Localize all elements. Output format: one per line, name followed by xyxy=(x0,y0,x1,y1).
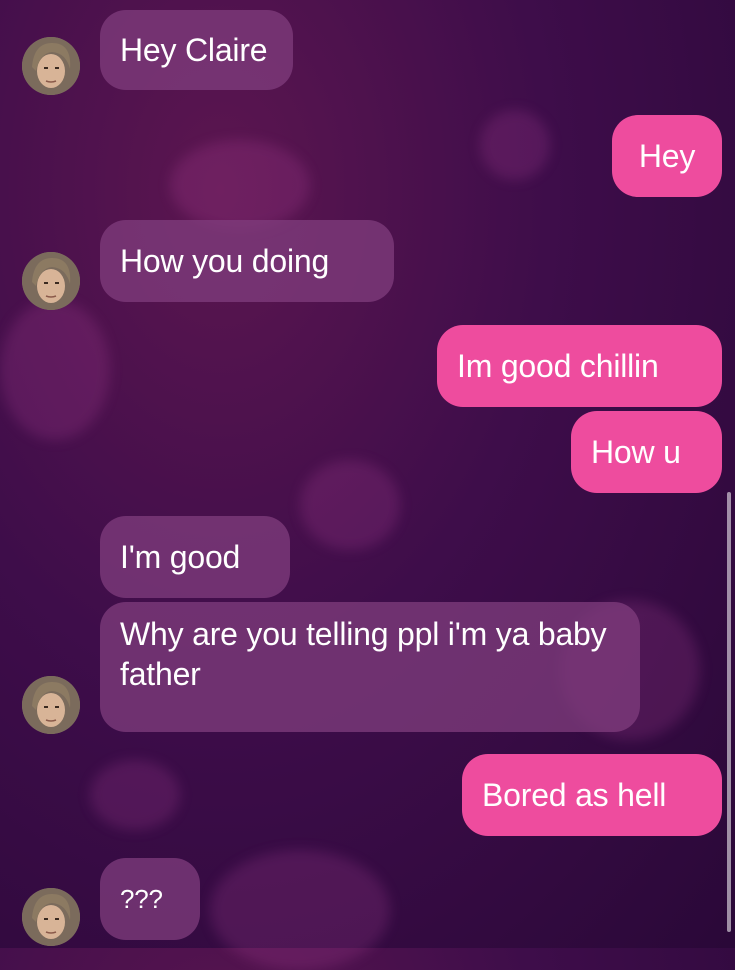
message-text: Im good chillin xyxy=(457,348,659,384)
message-bubble-incoming[interactable]: Hey Claire xyxy=(100,10,293,90)
message-text: ??? xyxy=(120,884,163,914)
message-text: Bored as hell xyxy=(482,777,667,813)
contact-avatar-icon[interactable] xyxy=(22,676,80,734)
message-text: How you doing xyxy=(120,243,330,279)
message-text: Why are you telling ppl i'm ya baby fath… xyxy=(120,616,607,692)
message-bubble-incoming[interactable]: How you doing xyxy=(100,220,394,302)
contact-avatar-icon[interactable] xyxy=(22,888,80,946)
message-bubble-incoming[interactable]: I'm good xyxy=(100,516,290,598)
message-text: Hey xyxy=(638,138,696,174)
contact-avatar-icon[interactable] xyxy=(22,37,80,95)
scrollbar[interactable] xyxy=(727,492,731,932)
message-bubble-incoming[interactable]: Why are you telling ppl i'm ya baby fath… xyxy=(100,602,640,732)
contact-avatar-icon[interactable] xyxy=(22,252,80,310)
message-text: I'm good xyxy=(120,539,241,575)
message-text: How u xyxy=(591,434,681,470)
message-thread[interactable]: Hey Claire Hey How you doing Im good chi… xyxy=(0,0,735,948)
message-bubble-outgoing[interactable]: Hey xyxy=(612,115,722,197)
message-bubble-outgoing[interactable]: Bored as hell xyxy=(462,754,722,836)
message-text: Hey Claire xyxy=(120,32,268,68)
message-bubble-incoming[interactable]: ??? xyxy=(100,858,200,940)
message-bubble-outgoing[interactable]: Im good chillin xyxy=(437,325,722,407)
message-bubble-outgoing[interactable]: How u xyxy=(571,411,722,493)
